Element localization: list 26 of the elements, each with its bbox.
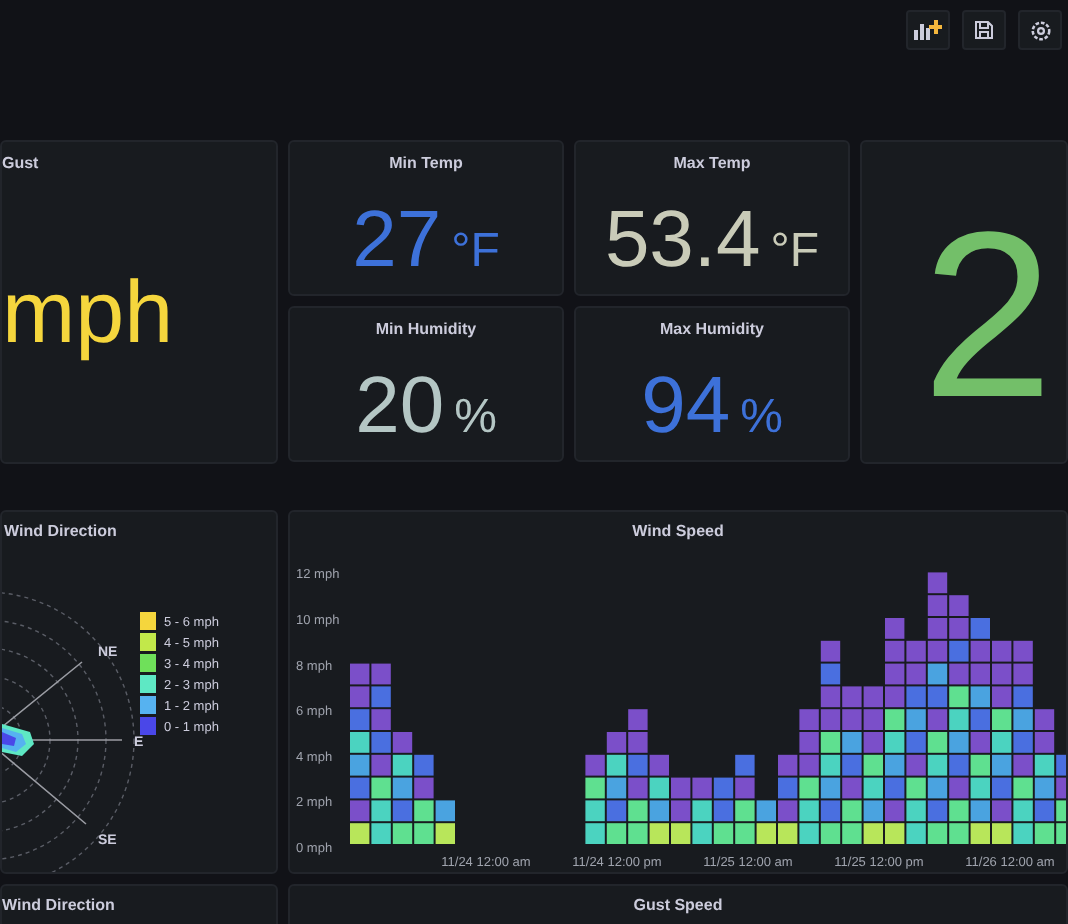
panel-title: Max Temp [673, 152, 751, 176]
settings-icon [1029, 19, 1051, 41]
panel-title: Wind Direction [2, 520, 119, 544]
stat-value: 94 [641, 366, 731, 446]
stat-unit: % [740, 394, 783, 442]
panel-title: Min Temp [389, 152, 463, 176]
toolbar-button[interactable] [906, 10, 950, 50]
panel-title: Max Humidity [659, 318, 764, 342]
stat-unit: °F [451, 228, 500, 276]
stat-unit: % [454, 394, 497, 442]
toolbar-button[interactable] [1018, 10, 1062, 50]
stat-value: 27 [352, 200, 442, 280]
panel-title: Min Humidity [375, 318, 477, 342]
panel-title: Wind Speed [632, 520, 724, 544]
stat-value: 20 [355, 366, 445, 446]
panel-title: Gust [2, 152, 41, 176]
stat-value: 53.4 [604, 200, 761, 280]
panel-title: Gust Speed [633, 894, 723, 918]
toolbar-button[interactable] [962, 10, 1006, 50]
save-icon [974, 20, 994, 40]
bar-chart-plus-icon [914, 20, 942, 40]
stat-value: 2 [922, 184, 1054, 448]
wind-rose-drawing [2, 724, 34, 756]
panel-title: Wind Direction [2, 894, 115, 918]
stat-unit: mph [2, 270, 176, 358]
stat-unit: °F [770, 228, 820, 276]
